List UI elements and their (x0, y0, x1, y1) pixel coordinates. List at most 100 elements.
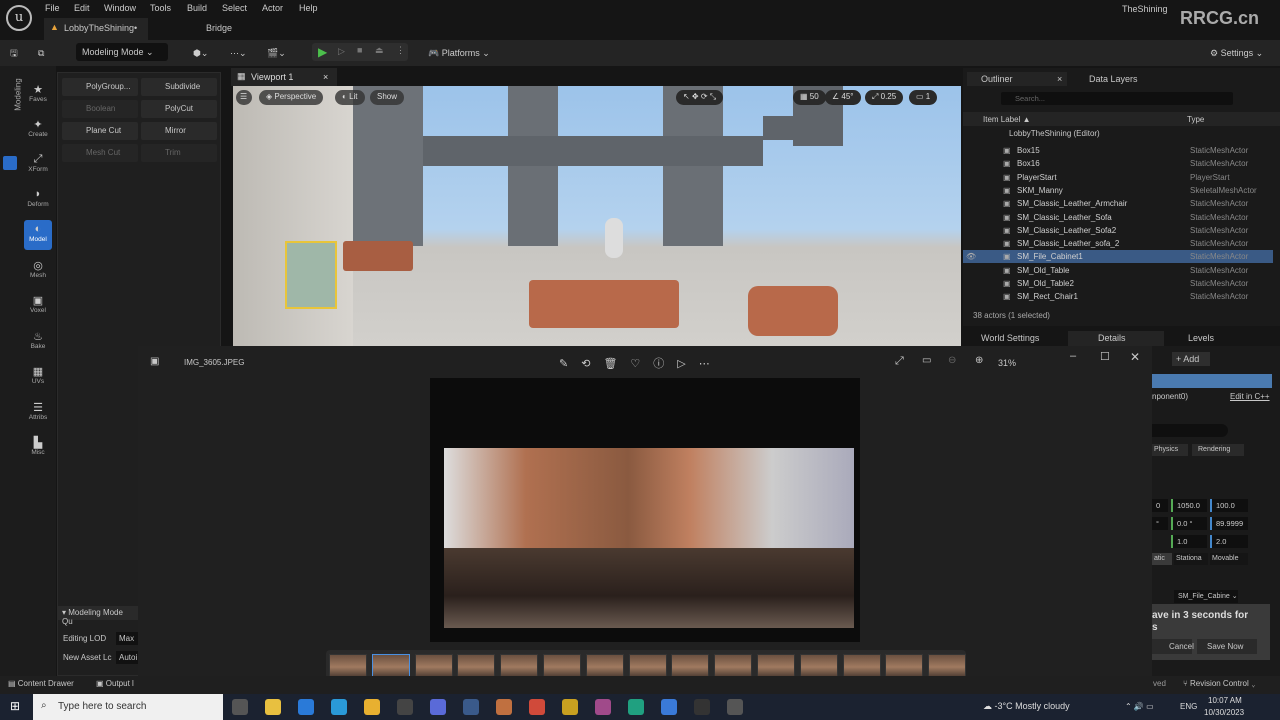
outliner-root[interactable]: LobbyTheShining (Editor) (1009, 129, 1100, 138)
taskbar-chrome-icon[interactable] (529, 699, 545, 715)
clock-time[interactable]: 10:07 AM (1208, 696, 1242, 705)
sidebar-item-model[interactable]: ◐ Model (24, 220, 52, 250)
edit-icon[interactable]: ✎ (559, 358, 581, 370)
sidebar-item-uvs[interactable]: ▦ UVs (24, 365, 52, 385)
edit-in-cpp-link[interactable]: Edit in C++ (1230, 392, 1270, 401)
menu-help[interactable]: Help (299, 3, 318, 13)
rotation-y[interactable]: 0.0 ° (1171, 517, 1207, 530)
add-actor-icon[interactable]: ⬢⌄ (193, 44, 208, 62)
outliner-search-input[interactable]: Search... (1001, 92, 1233, 105)
rotation-x[interactable]: ° (1152, 517, 1168, 530)
mobility-stationary[interactable]: Stationa (1174, 553, 1208, 565)
taskbar-app-icon[interactable] (628, 699, 644, 715)
favorite-icon[interactable]: ♡ (630, 358, 653, 370)
sidebar-item-create[interactable]: ✦ Create (24, 118, 52, 138)
menu-select[interactable]: Select (222, 3, 247, 13)
grid-snap[interactable]: ▦ 50 (793, 90, 826, 105)
expand-icon[interactable]: ⤢ (895, 355, 904, 368)
sidebar-item-attribs[interactable]: ☰ Attribs (24, 401, 52, 421)
scale-z[interactable]: 2.0 (1210, 535, 1248, 548)
taskbar-explorer-icon[interactable] (364, 699, 380, 715)
stop-icon[interactable]: ■ (357, 45, 362, 55)
tab-viewport[interactable]: ▦ Viewport 1 × (231, 68, 337, 86)
component-selected-row[interactable] (1152, 374, 1272, 388)
transform-tools[interactable]: ↖ ✥ ⟳ ⤡ (676, 90, 724, 105)
revision-control-button[interactable]: ⑂ Revision Control ⌄ (1183, 679, 1256, 688)
step-icon[interactable]: ▷ (338, 46, 345, 57)
weather[interactable]: ☁ -3°C Mostly cloudy (983, 701, 1070, 712)
platforms-button[interactable]: 🎮 Platforms ⌄ (428, 44, 490, 62)
browse-icon[interactable]: ⧉ (38, 44, 44, 62)
sidebar-item-faves[interactable]: ★ Faves (24, 83, 52, 103)
outliner-row[interactable]: ▣ Box15 StaticMeshActor (963, 144, 1273, 157)
close-icon[interactable]: × (323, 72, 328, 82)
slideshow-icon[interactable]: ▷ (677, 358, 698, 370)
static-mesh-select[interactable]: SM_File_Cabine ⌄ (1174, 590, 1238, 603)
outliner-row[interactable]: ▣ SKM_Manny SkeletalMeshActor (963, 184, 1273, 197)
tab-bridge[interactable]: Bridge (206, 23, 232, 33)
menu-file[interactable]: File (45, 3, 60, 13)
tool-polygroup[interactable]: PolyGroup... (62, 78, 138, 96)
tool-trim[interactable]: Trim (141, 144, 217, 162)
blueprint-icon[interactable]: ⋯⌄ (230, 44, 247, 62)
cinematics-icon[interactable]: 🎬⌄ (267, 44, 286, 62)
windows-start-icon[interactable]: ⊞ (10, 699, 20, 713)
zoom-in-icon[interactable]: ⊕ (975, 355, 983, 366)
filter-rendering[interactable]: Rendering (1192, 444, 1244, 456)
save-icon[interactable]: 🖫 (10, 44, 18, 62)
scale-snap[interactable]: ⤢ 0.25 (865, 90, 904, 105)
settings-button[interactable]: ⚙ Settings ⌄ (1210, 44, 1263, 62)
menu-edit[interactable]: Edit (74, 3, 90, 13)
save-now-button[interactable]: Save Now (1197, 639, 1257, 654)
mobility-movable[interactable]: Movable (1210, 553, 1248, 565)
tool-boolean[interactable]: Boolean (62, 100, 138, 118)
fit-icon[interactable]: ▭ (922, 355, 931, 366)
clock-date[interactable]: 10/30/2023 (1204, 708, 1244, 717)
outliner-row[interactable]: ▣ SM_Rect_Chair1 StaticMeshActor (963, 290, 1273, 303)
viewport-menu-icon[interactable]: ☰ (236, 90, 252, 105)
tab-level[interactable]: ▲ LobbyTheShining• (44, 18, 148, 40)
outliner-row[interactable]: ▣ SM_Old_Table StaticMeshActor (963, 264, 1273, 277)
taskbar-app-icon[interactable] (430, 699, 446, 715)
sidebar-item-misc[interactable]: ▙ Misc (24, 436, 52, 456)
sidebar-item-mesh[interactable]: ◎ Mesh (24, 259, 52, 279)
tool-mesh-cut[interactable]: Mesh Cut (62, 144, 138, 162)
outliner-row[interactable]: ▣ SM_Old_Table2 StaticMeshActor (963, 277, 1273, 290)
tab-levels[interactable]: Levels (1188, 333, 1214, 343)
add-component-button[interactable]: + Add (1172, 352, 1210, 366)
tab-details[interactable]: Details (1068, 331, 1164, 346)
taskbar-epic-icon[interactable] (727, 699, 743, 715)
viewport-3d[interactable]: ☰ ◈ Perspective ◐ Lit Show ↖ ✥ ⟳ ⤡ ▦ 50 … (233, 86, 961, 346)
outliner-row[interactable]: ▣ SM_Classic_Leather_sofa_2 StaticMeshActo… (963, 237, 1273, 250)
editing-lod-select[interactable]: Max (116, 632, 138, 645)
camera-speed[interactable]: ▭ 1 (909, 90, 938, 105)
photo-image[interactable] (444, 448, 854, 628)
new-asset-select[interactable]: Autoi (116, 651, 138, 664)
taskbar-app-icon[interactable] (595, 699, 611, 715)
menu-tools[interactable]: Tools (150, 3, 171, 13)
sidebar-item-bake[interactable]: ♨ Bake (24, 330, 52, 350)
sidebar-item-deform[interactable]: ◗ Deform (24, 188, 52, 208)
modeling-mode-icon[interactable] (3, 156, 17, 170)
scale-y[interactable]: 1.0 (1171, 535, 1207, 548)
taskbar-steam-icon[interactable] (463, 699, 479, 715)
eject-icon[interactable]: ⏏ (375, 45, 384, 56)
tab-outliner[interactable]: Outliner × (967, 72, 1067, 86)
info-icon[interactable]: ⓘ (653, 358, 677, 370)
show-button[interactable]: Show (370, 90, 405, 105)
visibility-eye-icon[interactable]: 👁 (966, 250, 976, 263)
details-search-input[interactable] (1152, 424, 1228, 437)
tool-mirror[interactable]: Mirror (141, 122, 217, 140)
column-type[interactable]: Type (1187, 115, 1204, 124)
language-indicator[interactable]: ENG (1180, 702, 1197, 711)
menu-build[interactable]: Build (187, 3, 207, 13)
column-item-label[interactable]: Item Label ▲ (983, 115, 1031, 124)
unreal-logo-icon[interactable]: u (6, 5, 32, 31)
delete-icon[interactable]: 🗑 (603, 358, 630, 370)
sidebar-item-voxel[interactable]: ▣ Voxel (24, 294, 52, 314)
close-icon[interactable]: ✕ (1130, 350, 1140, 364)
location-z[interactable]: 100.0 (1210, 499, 1248, 512)
minimize-icon[interactable]: – (1070, 350, 1076, 362)
menu-actor[interactable]: Actor (262, 3, 283, 13)
taskbar-mail-icon[interactable] (298, 699, 314, 715)
